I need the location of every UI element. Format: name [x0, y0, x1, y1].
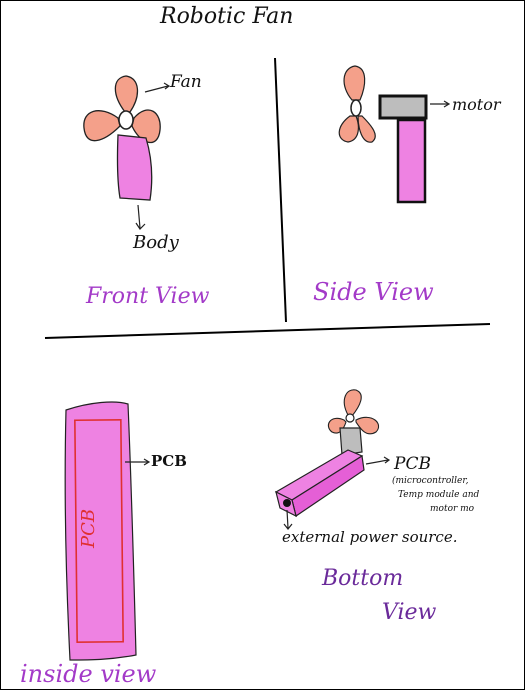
side-motor — [378, 94, 428, 120]
front-fan-arrow — [144, 82, 171, 93]
side-fan-blade-bottom-right — [357, 115, 376, 143]
front-fan-blade-top — [114, 75, 139, 113]
front-body — [116, 134, 153, 201]
side-view-fan — [338, 65, 376, 143]
bottom-power-port — [283, 499, 291, 507]
front-fan-hub — [118, 110, 134, 130]
front-view-fan — [83, 75, 161, 143]
page-title: Robotic Fan — [160, 4, 294, 29]
bottom-fan-blade-top — [343, 389, 362, 417]
bottom-pcb-note-line3: motor mo — [430, 504, 475, 514]
vertical-divider — [274, 57, 287, 323]
side-fan-blade-top — [343, 65, 366, 101]
side-view-caption: Side View — [313, 278, 434, 306]
side-fan-blade-bottom-left — [338, 115, 359, 143]
sketch-drawing — [44, 57, 491, 661]
front-body-label: Body — [133, 232, 179, 253]
side-fan-hub — [350, 99, 362, 117]
inside-view-caption: inside view — [20, 660, 157, 688]
bottom-pcb-arrow — [365, 456, 391, 465]
front-view-caption: Front View — [86, 284, 210, 309]
bottom-view-caption-line1: Bottom — [322, 566, 404, 591]
side-motor-arrow — [430, 100, 451, 108]
bottom-view-caption-line2: View — [382, 600, 437, 625]
inside-pcb-board-label: PCB — [78, 508, 99, 548]
bottom-fan-hub — [345, 413, 355, 423]
front-fan-blade-left — [83, 110, 121, 142]
front-body-arrow — [135, 204, 146, 230]
bottom-pcb-note-line2: Temp module and — [398, 490, 480, 500]
side-motor-label: motor — [452, 95, 501, 114]
horizontal-divider — [44, 323, 491, 339]
bottom-view-fan — [327, 389, 380, 435]
front-fan-label: Fan — [170, 72, 202, 92]
bottom-pcb-note-line1: (microcontroller, — [392, 476, 469, 486]
bottom-power-label: external power source. — [282, 528, 458, 546]
side-body — [396, 118, 427, 204]
inside-pcb-label: PCB — [151, 452, 187, 470]
bottom-pcb-label: PCB — [394, 454, 431, 474]
